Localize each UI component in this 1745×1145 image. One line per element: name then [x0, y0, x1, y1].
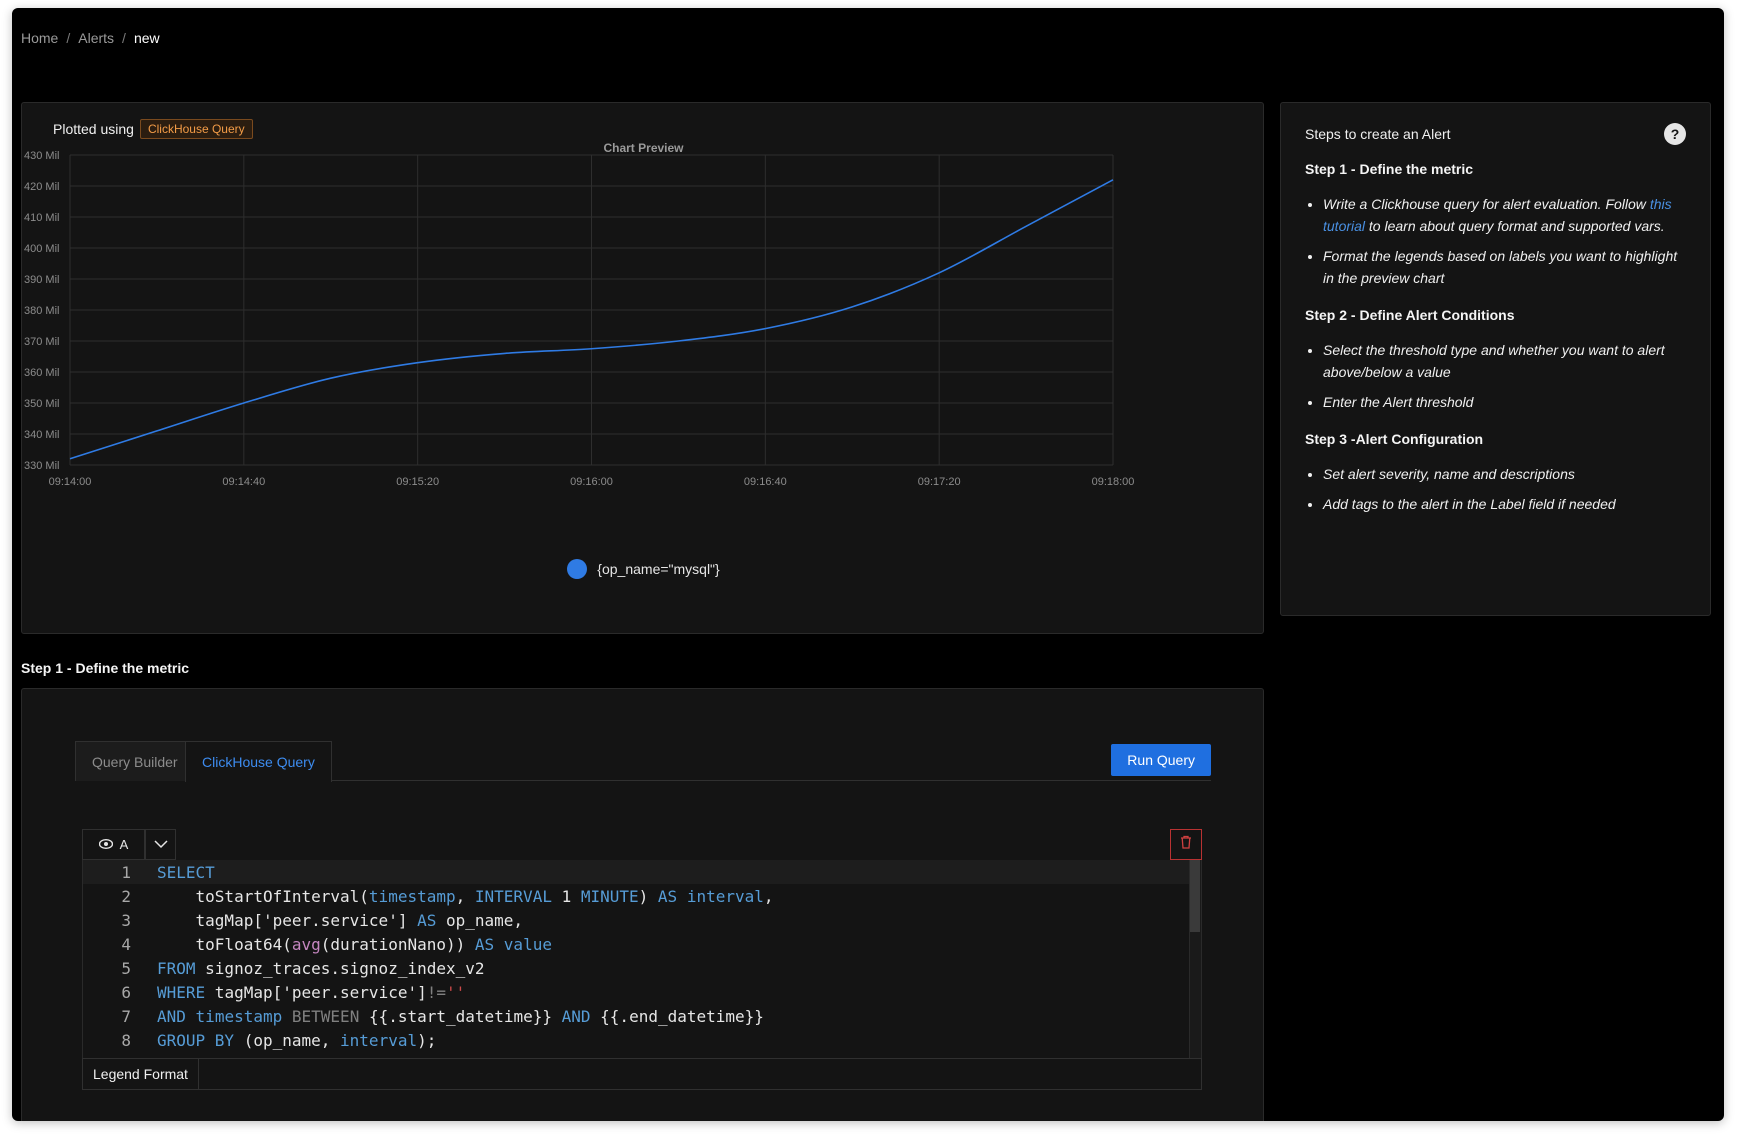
step3-list: Set alert severity, name and description…: [1305, 463, 1686, 515]
tab-clickhouse-query[interactable]: ClickHouse Query: [185, 741, 332, 782]
y-tick-label: 400 Mil: [24, 243, 59, 255]
editor-toolbar: A: [82, 829, 1202, 860]
query-editor: A 1 SELECT 2 toStartOfInterval(timestamp,…: [82, 829, 1202, 1090]
legend-series-name[interactable]: {op_name="mysql"}: [597, 561, 719, 577]
breadcrumb-home[interactable]: Home: [21, 30, 58, 46]
collapse-button[interactable]: [145, 829, 176, 860]
step2-list: Select the threshold type and whether yo…: [1305, 339, 1686, 413]
y-tick-label: 390 Mil: [24, 274, 59, 286]
line-chart[interactable]: 330 Mil 340 Mil 350 Mil 360 Mil 370 Mil 380 M…: [22, 103, 1265, 635]
breadcrumb-separator: /: [122, 30, 126, 46]
code-line: 1 SELECT: [83, 860, 1201, 884]
list-item: Write a Clickhouse query for alert evalu…: [1323, 193, 1686, 237]
steps-header: Steps to create an Alert ?: [1305, 123, 1686, 145]
chevron-down-icon: [153, 836, 168, 854]
step3-title: Step 3 -Alert Configuration: [1305, 431, 1484, 447]
toggle-visibility-button[interactable]: A: [82, 829, 145, 860]
y-tick-label: 410 Mil: [24, 212, 59, 224]
code-line: 6 WHERE tagMap['peer.service']!='': [121, 982, 466, 1002]
eye-icon: [98, 838, 113, 852]
y-tick-label: 420 Mil: [24, 181, 59, 193]
legend-format-field: Legend Format: [82, 1058, 1202, 1090]
list-item: Add tags to the alert in the Label field…: [1323, 493, 1686, 515]
code-line: 3 tagMap['peer.service'] AS op_name,: [121, 910, 524, 930]
code-line: 8 GROUP BY (op_name, interval);: [121, 1030, 437, 1050]
legend-format-label: Legend Format: [83, 1059, 199, 1089]
x-tick-label: 09:16:00: [570, 476, 613, 488]
x-tick-label: 09:15:20: [396, 476, 439, 488]
list-item: Format the legends based on labels you w…: [1323, 245, 1686, 289]
list-item: Select the threshold type and whether yo…: [1323, 339, 1686, 383]
delete-query-button[interactable]: [1170, 829, 1202, 860]
legend-format-input[interactable]: [198, 1059, 1201, 1089]
code-line: 4 toFloat64(avg(durationNano)) AS value: [121, 934, 552, 954]
editor-scrollbar[interactable]: [1189, 860, 1201, 1058]
code-editor[interactable]: 1 SELECT 2 toStartOfInterval(timestamp, I…: [82, 860, 1202, 1058]
breadcrumb: Home / Alerts / new: [21, 30, 160, 46]
code-line: 7 AND timestamp BETWEEN {{.start_datetime…: [121, 1006, 764, 1026]
code-line: 5 FROM signoz_traces.signoz_index_v2: [121, 958, 485, 978]
breadcrumb-separator: /: [66, 30, 71, 46]
tab-query-builder[interactable]: Query Builder: [75, 741, 195, 781]
step1-title: Step 1 - Define the metric: [1305, 161, 1474, 177]
steps-panel: Steps to create an Alert ? Step 1 - Defi…: [1280, 102, 1711, 616]
y-tick-label: 380 Mil: [24, 305, 59, 317]
scrollbar-thumb[interactable]: [1190, 860, 1200, 932]
chart-preview-panel: Plotted using ClickHouse Query Chart Pre…: [21, 102, 1264, 634]
x-tick-label: 09:18:00: [1092, 476, 1135, 488]
question-circle-icon[interactable]: ?: [1664, 123, 1686, 145]
query-name: A: [119, 837, 129, 852]
app-window: Home / Alerts / new Plotted using ClickH…: [12, 8, 1724, 1121]
x-tick-label: 09:16:40: [744, 476, 787, 488]
legend-swatch: [567, 559, 588, 579]
y-tick-label: 430 Mil: [24, 150, 59, 162]
step2-title: Step 2 - Define Alert Conditions: [1305, 307, 1515, 323]
breadcrumb-alerts[interactable]: Alerts: [78, 30, 114, 46]
chart-legend: {op_name="mysql"}: [22, 559, 1265, 579]
breadcrumb-current: new: [133, 30, 160, 46]
x-tick-label: 09:17:20: [918, 476, 961, 488]
y-tick-label: 340 Mil: [24, 429, 59, 441]
list-item: Set alert severity, name and description…: [1323, 463, 1686, 485]
x-tick-label: 09:14:40: [222, 476, 265, 488]
trash-icon: [1180, 835, 1192, 854]
section-title: Step 1 - Define the metric: [21, 660, 190, 676]
code-line: 2 toStartOfInterval(timestamp, INTERVAL …: [121, 886, 774, 906]
run-query-button[interactable]: Run Query: [1111, 744, 1211, 776]
steps-heading: Steps to create an Alert: [1305, 126, 1451, 142]
list-item: Enter the Alert threshold: [1323, 391, 1686, 413]
y-tick-label: 330 Mil: [24, 460, 59, 472]
query-tabs: Query Builder ClickHouse Query Run Query: [75, 741, 1211, 782]
y-tick-label: 350 Mil: [24, 398, 59, 410]
y-tick-label: 360 Mil: [24, 367, 59, 379]
query-panel: Query Builder ClickHouse Query Run Query…: [21, 688, 1264, 1121]
y-tick-label: 370 Mil: [24, 336, 59, 348]
x-tick-label: 09:14:00: [49, 476, 92, 488]
step1-list: Write a Clickhouse query for alert evalu…: [1305, 193, 1686, 289]
